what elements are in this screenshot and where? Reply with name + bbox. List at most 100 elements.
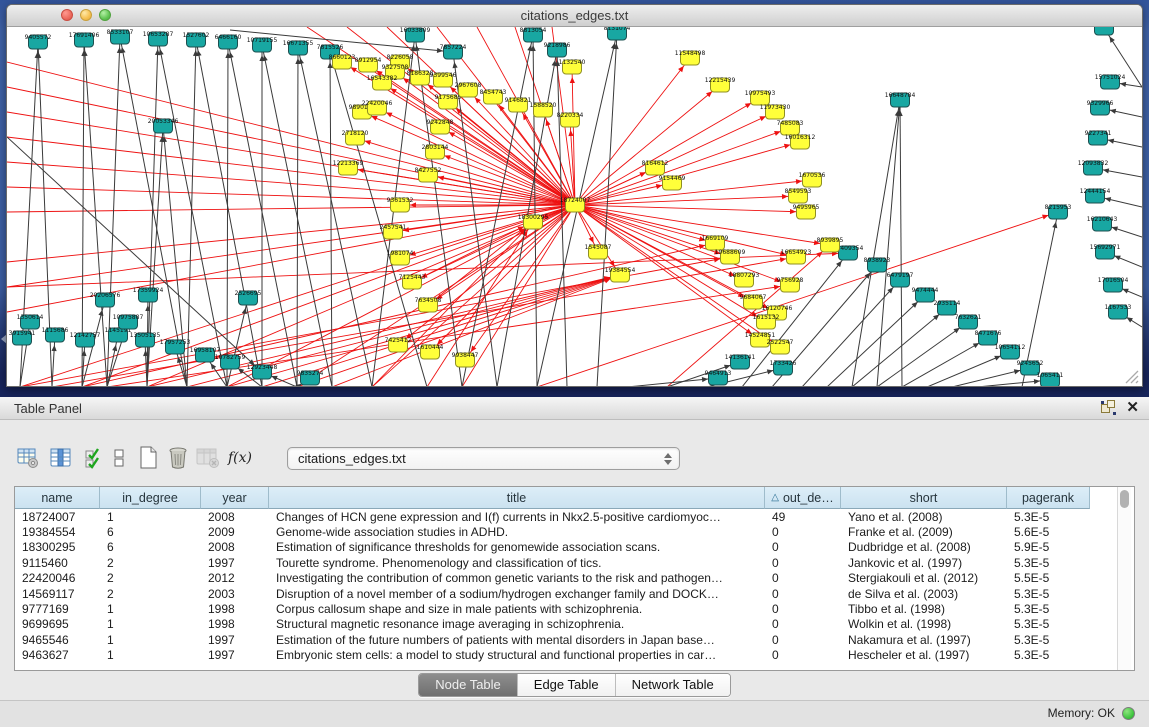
column-header-title[interactable]: title <box>269 487 765 509</box>
graph-edge[interactable] <box>297 275 620 387</box>
table-selector-dropdown[interactable]: citations_edges.txt <box>287 447 680 470</box>
graph-edge[interactable] <box>440 127 575 205</box>
table-row[interactable]: 1872400712008Changes of HCN gene express… <box>15 509 1090 524</box>
graph-edge[interactable] <box>158 39 227 387</box>
minimize-window-icon[interactable] <box>80 9 92 21</box>
cell-pagerank: 5.6E-5 <box>1007 524 1090 539</box>
table-scrollbar[interactable] <box>1117 487 1131 670</box>
graph-edge[interactable] <box>412 222 533 282</box>
arrowhead-icon <box>1112 226 1119 231</box>
graph-edge[interactable] <box>196 40 262 387</box>
cell-year: 1997 <box>201 648 269 663</box>
table-options-button[interactable] <box>16 446 40 470</box>
graph-edge[interactable] <box>900 100 902 387</box>
graph-edge[interactable] <box>428 205 575 305</box>
graph-edge[interactable] <box>827 295 925 387</box>
arrowhead-icon <box>774 131 781 136</box>
close-panel-icon[interactable]: ✕ <box>1126 400 1139 415</box>
cell-name: 18724007 <box>15 509 100 524</box>
table-row[interactable]: 1830029562008Estimation of significance … <box>15 540 1090 555</box>
table-row[interactable]: 1938455462009Genome-wide association stu… <box>15 524 1090 539</box>
graph-edge[interactable] <box>7 205 575 287</box>
cell-pagerank: 5.3E-5 <box>1007 601 1090 616</box>
graph-edge[interactable] <box>52 335 55 387</box>
graph-edge[interactable] <box>802 280 900 387</box>
cell-out_de: 0 <box>765 571 841 586</box>
table-row[interactable]: 977716911998Corpus callosum shape and si… <box>15 601 1090 616</box>
graph-edge[interactable] <box>877 100 900 387</box>
graph-node-label: 1588520 <box>530 102 557 109</box>
create-table-button[interactable] <box>137 446 161 470</box>
graph-edge[interactable] <box>597 33 617 387</box>
graph-node-label: 9756928 <box>777 277 804 284</box>
graph-edge[interactable] <box>852 100 900 387</box>
tab-edge-table[interactable]: Edge Table <box>518 674 616 696</box>
close-window-icon[interactable] <box>61 9 73 21</box>
graph-node-label: 8912954 <box>355 57 382 64</box>
graph-edge[interactable] <box>147 126 163 387</box>
arrowhead-icon <box>51 345 56 351</box>
graph-edge[interactable] <box>7 205 575 212</box>
column-header-pagerank[interactable]: pagerank <box>1007 487 1090 509</box>
show-columns-button[interactable] <box>49 446 73 470</box>
table-row[interactable]: 911546021997Tourette syndrome. Phenomeno… <box>15 555 1090 570</box>
graph-edge[interactable] <box>298 48 372 387</box>
table-row[interactable]: 2242004622012Investigating the contribut… <box>15 571 1090 586</box>
arrowhead-icon <box>242 308 247 314</box>
cell-pagerank: 5.3E-5 <box>1007 509 1090 524</box>
graph-node-label: 14136141 <box>725 354 756 361</box>
network-view-window[interactable]: citations_edges.txt 18724007940557217691… <box>6 4 1143 387</box>
graph-edge[interactable] <box>355 138 575 205</box>
table-row[interactable]: 946362711997Embryonic stem cells: a mode… <box>15 648 1090 663</box>
cell-title: Disruption of a novel member of a sodium… <box>269 586 765 601</box>
graph-node-label: 8164612 <box>642 160 669 167</box>
column-header-year[interactable]: year <box>201 487 269 509</box>
scrollbar-thumb[interactable] <box>1120 490 1129 508</box>
graph-edge[interactable] <box>330 52 332 387</box>
table-row[interactable]: 969969511998Structural magnetic resonanc… <box>15 617 1090 632</box>
float-panel-icon[interactable] <box>1101 400 1116 415</box>
graph-node-label: 7632621 <box>955 314 982 321</box>
network-window-titlebar[interactable]: citations_edges.txt <box>7 5 1142 27</box>
column-header-name[interactable]: name <box>15 487 100 509</box>
tab-network-table[interactable]: Network Table <box>616 674 730 696</box>
column-header-short[interactable]: short <box>841 487 1007 509</box>
zoom-window-icon[interactable] <box>99 9 111 21</box>
graph-node-label: 1670536 <box>799 172 826 179</box>
arrowhead-icon <box>678 66 684 72</box>
graph-edge[interactable] <box>7 187 575 205</box>
memory-ok-indicator <box>1122 707 1135 720</box>
graph-node-label: 16210643 <box>1087 216 1118 223</box>
cell-short: Jankovic et al. (1997) <box>841 555 1007 570</box>
column-header-out_de[interactable]: △out_de… <box>765 487 841 509</box>
network-canvas[interactable]: 1872400794055721769140685331071065328715… <box>7 27 1142 387</box>
graph-edge[interactable] <box>227 42 228 387</box>
graph-node-label: 8454743 <box>480 89 507 96</box>
cell-pagerank: 5.3E-5 <box>1007 632 1090 647</box>
graph-edge[interactable] <box>537 212 1058 387</box>
table-row[interactable]: 946554611997Estimation of the future num… <box>15 632 1090 647</box>
column-header-in_degree[interactable]: in_degree <box>100 487 201 509</box>
graph-edge[interactable] <box>7 205 575 262</box>
citation-graph[interactable]: 1872400794055721769140685331071065328715… <box>7 27 1142 387</box>
graph-node-label: 1610444 <box>417 344 444 351</box>
graph-edge[interactable] <box>372 222 533 387</box>
graph-node-label: 8471676 <box>975 330 1002 337</box>
graph-node-label: 12923448 <box>247 364 278 371</box>
row-height-button[interactable] <box>112 446 126 470</box>
graph-edge[interactable] <box>377 108 575 205</box>
tab-node-table[interactable]: Node Table <box>419 674 518 696</box>
table-row[interactable]: 1456911722003Disruption of a novel membe… <box>15 586 1090 601</box>
select-all-check-button[interactable] <box>83 446 107 470</box>
graph-node-teal[interactable] <box>1095 27 1114 35</box>
graph-edge[interactable] <box>332 275 620 387</box>
cell-pagerank: 5.3E-5 <box>1007 555 1090 570</box>
function-builder-button[interactable]: f(x) <box>228 446 252 470</box>
graph-edge[interactable] <box>575 85 720 205</box>
resize-grip-icon[interactable] <box>1124 369 1140 385</box>
cell-year: 1998 <box>201 617 269 632</box>
delete-entries-button[interactable] <box>166 446 190 470</box>
cell-in_degree: 1 <box>100 648 201 663</box>
graph-edge[interactable] <box>575 205 806 212</box>
graph-edge[interactable] <box>187 40 196 387</box>
